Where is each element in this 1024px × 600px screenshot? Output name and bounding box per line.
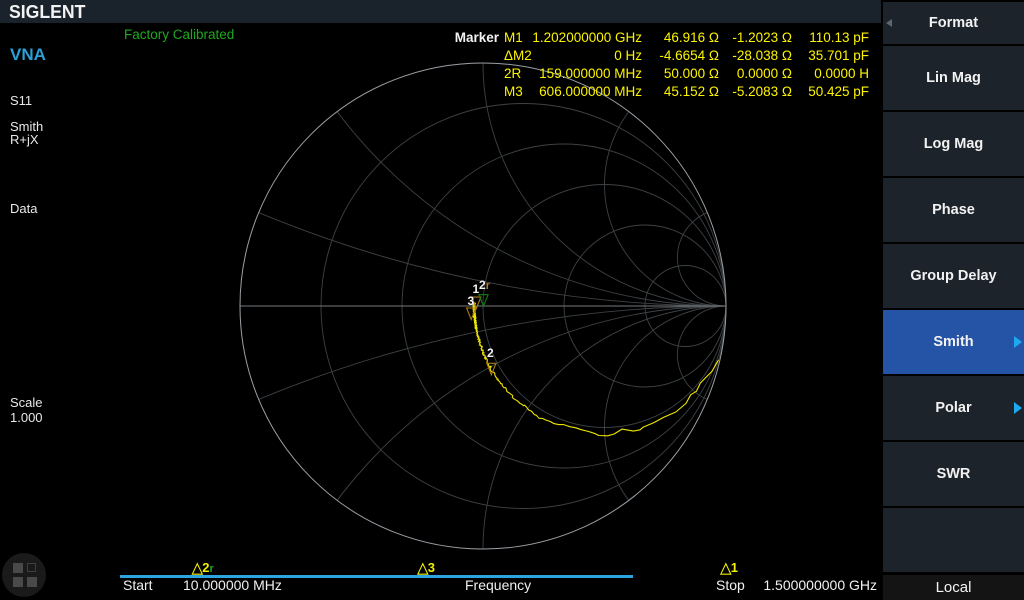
marker-title: Marker (440, 29, 499, 47)
menu-button-phase[interactable]: Phase (883, 178, 1024, 242)
marker-title (440, 83, 499, 101)
axis-marker-triangle-1 (721, 564, 731, 575)
marker-resistance: 46.916 Ω (646, 29, 719, 47)
marker-capacitance: 50.425 pF (794, 83, 869, 101)
back-arrow-icon[interactable] (886, 19, 892, 27)
stop-value[interactable]: 1.500000000 GHz (757, 578, 877, 592)
axis-marker-number-1: 1 (731, 561, 738, 574)
marker-resistance: 45.152 Ω (646, 83, 719, 101)
marker-frequency: 606.000000 MHz (510, 83, 642, 101)
grid-square-tr (27, 563, 36, 572)
trace-type-label[interactable]: Data (10, 201, 37, 216)
chart-marker-label-3: 3 (468, 295, 475, 307)
marker-frequency: 0 Hz (510, 47, 642, 65)
start-value[interactable]: 10.000000 MHz (183, 578, 282, 592)
menu-title-text: Format (929, 15, 978, 31)
menu-button-label: Group Delay (910, 268, 996, 284)
scale-label: Scale (10, 395, 43, 410)
menu-button-label: SWR (937, 466, 971, 482)
menu-button-label: Phase (932, 202, 975, 218)
chart-marker-label-2: 2 (487, 347, 494, 359)
smith-reactance-arc--2 (605, 306, 848, 549)
marker-resistance: 50.000 Ω (646, 65, 719, 83)
vna-screen: SIGLENT Factory Calibrated VNA S11 Smith… (0, 0, 1024, 600)
grid-square-tl (13, 563, 23, 573)
local-label: Local (936, 579, 972, 596)
s11-trace (473, 303, 719, 436)
start-label: Start (123, 578, 153, 592)
marker-capacitance: 35.701 pF (794, 47, 869, 65)
axis-title: Frequency (465, 578, 531, 592)
grid-square-bl (13, 577, 23, 587)
menu-button-empty[interactable] (883, 508, 1024, 572)
menu-sidebar: Format Lin Mag Log Mag Phase Group Delay Smi… (883, 0, 1024, 600)
marker-title (440, 65, 499, 83)
format-label-line2: R+jX (10, 132, 39, 147)
menu-title-format: Format (883, 2, 1024, 44)
marker-capacitance: 110.13 pF (794, 29, 869, 47)
marker-resistance: -4.6654 Ω (646, 47, 719, 65)
submenu-arrow-icon (1014, 336, 1022, 348)
menu-button-polar[interactable]: Polar (883, 376, 1024, 440)
menu-button-log-mag[interactable]: Log Mag (883, 112, 1024, 176)
axis-marker-triangle-2 (192, 564, 202, 575)
marker-table-row: M3606.000000 MHz45.152 Ω-5.2083 Ω50.425 … (0, 83, 1024, 101)
chart-marker-label-2r: 2r (479, 279, 490, 292)
menu-button-smith[interactable]: Smith (883, 310, 1024, 374)
marker-table-row: MarkerM11.202000000 GHz46.916 Ω-1.2023 Ω… (0, 29, 1024, 47)
grid-square-br (27, 577, 37, 587)
marker-title (440, 47, 499, 65)
menu-button-label: Lin Mag (926, 70, 981, 86)
marker-table-row: ΔM20 Hz-4.6654 Ω-28.038 Ω35.701 pF (0, 47, 1024, 65)
local-button[interactable]: Local (883, 575, 1024, 600)
submenu-arrow-icon (1014, 402, 1022, 414)
marker-table-row: 2R159.000000 MHz50.000 Ω0.0000 Ω0.0000 H (0, 65, 1024, 83)
menu-button-group-delay[interactable]: Group Delay (883, 244, 1024, 308)
axis-marker-number-2r: 2r (202, 561, 214, 576)
stop-label: Stop (716, 578, 745, 592)
smith-reactance-arc--0.2 (0, 306, 1024, 600)
marker-frequency: 159.000000 MHz (510, 65, 642, 83)
axis-marker-triangle-3 (418, 564, 428, 575)
marker-reactance: -1.2023 Ω (722, 29, 792, 47)
menu-button-lin-mag[interactable]: Lin Mag (883, 46, 1024, 110)
marker-reactance: -5.2083 Ω (722, 83, 792, 101)
scale-value[interactable]: 1.000 (10, 410, 43, 425)
top-bar (0, 0, 881, 23)
menu-grid-icon[interactable] (2, 553, 46, 597)
marker-capacitance: 0.0000 H (794, 65, 869, 83)
marker-frequency: 1.202000000 GHz (510, 29, 642, 47)
menu-button-label: Polar (935, 400, 971, 416)
menu-button-label: Log Mag (924, 136, 984, 152)
marker-reactance: -28.038 Ω (722, 47, 792, 65)
axis-marker-number-3: 3 (428, 561, 435, 574)
siglent-logo: SIGLENT (9, 2, 85, 23)
marker-reactance: 0.0000 Ω (722, 65, 792, 83)
menu-button-label: Smith (933, 334, 973, 350)
menu-button-swr[interactable]: SWR (883, 442, 1024, 506)
